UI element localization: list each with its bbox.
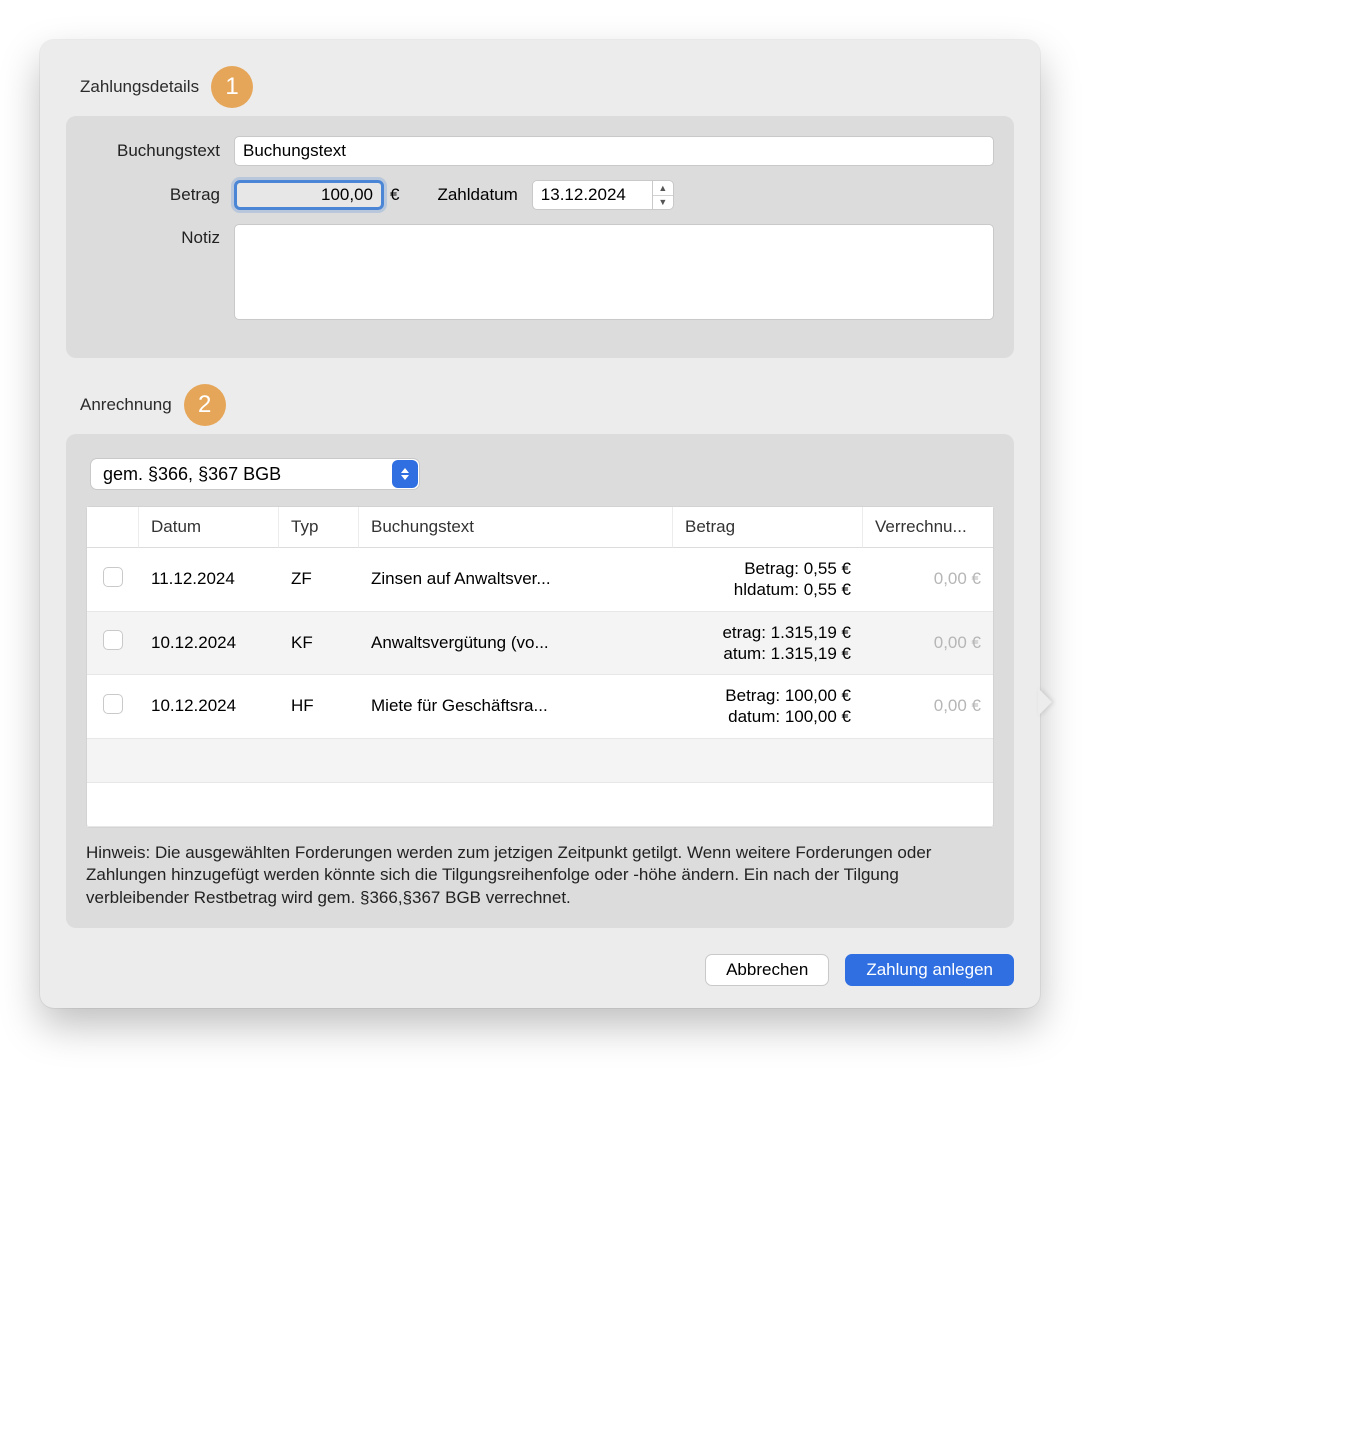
col-datum[interactable]: Datum [139,507,279,548]
cell-datum: 10.12.2024 [139,675,279,739]
cell-verrechnung: 0,00 € [863,548,993,612]
zahldatum-label: Zahldatum [437,185,517,205]
hint-text: Hinweis: Die ausgewählten Forderungen we… [86,842,994,911]
betrag-input[interactable] [234,180,384,210]
currency-symbol: € [390,185,399,205]
cancel-button[interactable]: Abbrechen [705,954,829,986]
cell-betrag: etrag: 1.315,19 €atum: 1.315,19 € [685,622,851,665]
col-buchungstext[interactable]: Buchungstext [359,507,673,548]
table-row[interactable]: 11.12.2024ZFZinsen auf Anwaltsver... Betr… [87,548,993,612]
date-stepper[interactable]: ▲ ▼ [652,180,674,210]
notiz-label: Notiz [86,224,234,248]
section-title-details: Zahlungsdetails 1 [80,66,1014,108]
stepper-down-icon[interactable]: ▼ [653,196,673,210]
row-checkbox[interactable] [103,694,123,714]
forderungen-table: Datum Typ Buchungstext Betrag Verrechnu.… [86,506,994,828]
cell-betrag: Betrag: 100,00 €datum: 100,00 € [685,685,851,728]
step-badge-2: 2 [184,384,226,426]
cell-datum: 10.12.2024 [139,612,279,676]
zahldatum-input[interactable] [532,180,652,210]
section-title-anrechnung-label: Anrechnung [80,395,172,415]
betrag-label: Betrag [86,185,234,205]
anrechnung-select[interactable] [90,458,420,490]
submit-button[interactable]: Zahlung anlegen [845,954,1014,986]
cell-typ: ZF [279,548,359,612]
cell-typ: HF [279,675,359,739]
step-badge-1: 1 [211,66,253,108]
select-chevrons-icon[interactable] [392,460,418,488]
anrechnung-panel: Datum Typ Buchungstext Betrag Verrechnu.… [66,434,1014,928]
dialog-buttons: Abbrechen Zahlung anlegen [66,954,1014,986]
table-row[interactable]: 10.12.2024HFMiete für Geschäftsra... Betr… [87,675,993,739]
cell-text: Zinsen auf Anwaltsver... [359,548,673,612]
cell-text: Miete für Geschäftsra... [359,675,673,739]
col-typ[interactable]: Typ [279,507,359,548]
cell-verrechnung: 0,00 € [863,612,993,676]
cell-betrag: Betrag: 0,55 €hldatum: 0,55 € [685,558,851,601]
cell-text: Anwaltsvergütung (vo... [359,612,673,676]
buchungstext-label: Buchungstext [86,141,234,161]
popover-arrow [1038,688,1052,716]
section-title-details-label: Zahlungsdetails [80,77,199,97]
col-verrechnung[interactable]: Verrechnu... [863,507,993,548]
payment-dialog: Zahlungsdetails 1 Buchungstext Betrag € … [40,40,1040,1008]
cell-datum: 11.12.2024 [139,548,279,612]
details-panel: Buchungstext Betrag € Zahldatum ▲ ▼ Noti… [66,116,1014,358]
notiz-input[interactable] [234,224,994,320]
section-title-anrechnung: Anrechnung 2 [80,384,1014,426]
buchungstext-input[interactable] [234,136,994,166]
cell-typ: KF [279,612,359,676]
row-checkbox[interactable] [103,567,123,587]
row-checkbox[interactable] [103,630,123,650]
stepper-up-icon[interactable]: ▲ [653,181,673,196]
table-row[interactable]: 10.12.2024KFAnwaltsvergütung (vo... etrag… [87,612,993,676]
cell-verrechnung: 0,00 € [863,675,993,739]
col-betrag[interactable]: Betrag [673,507,863,548]
